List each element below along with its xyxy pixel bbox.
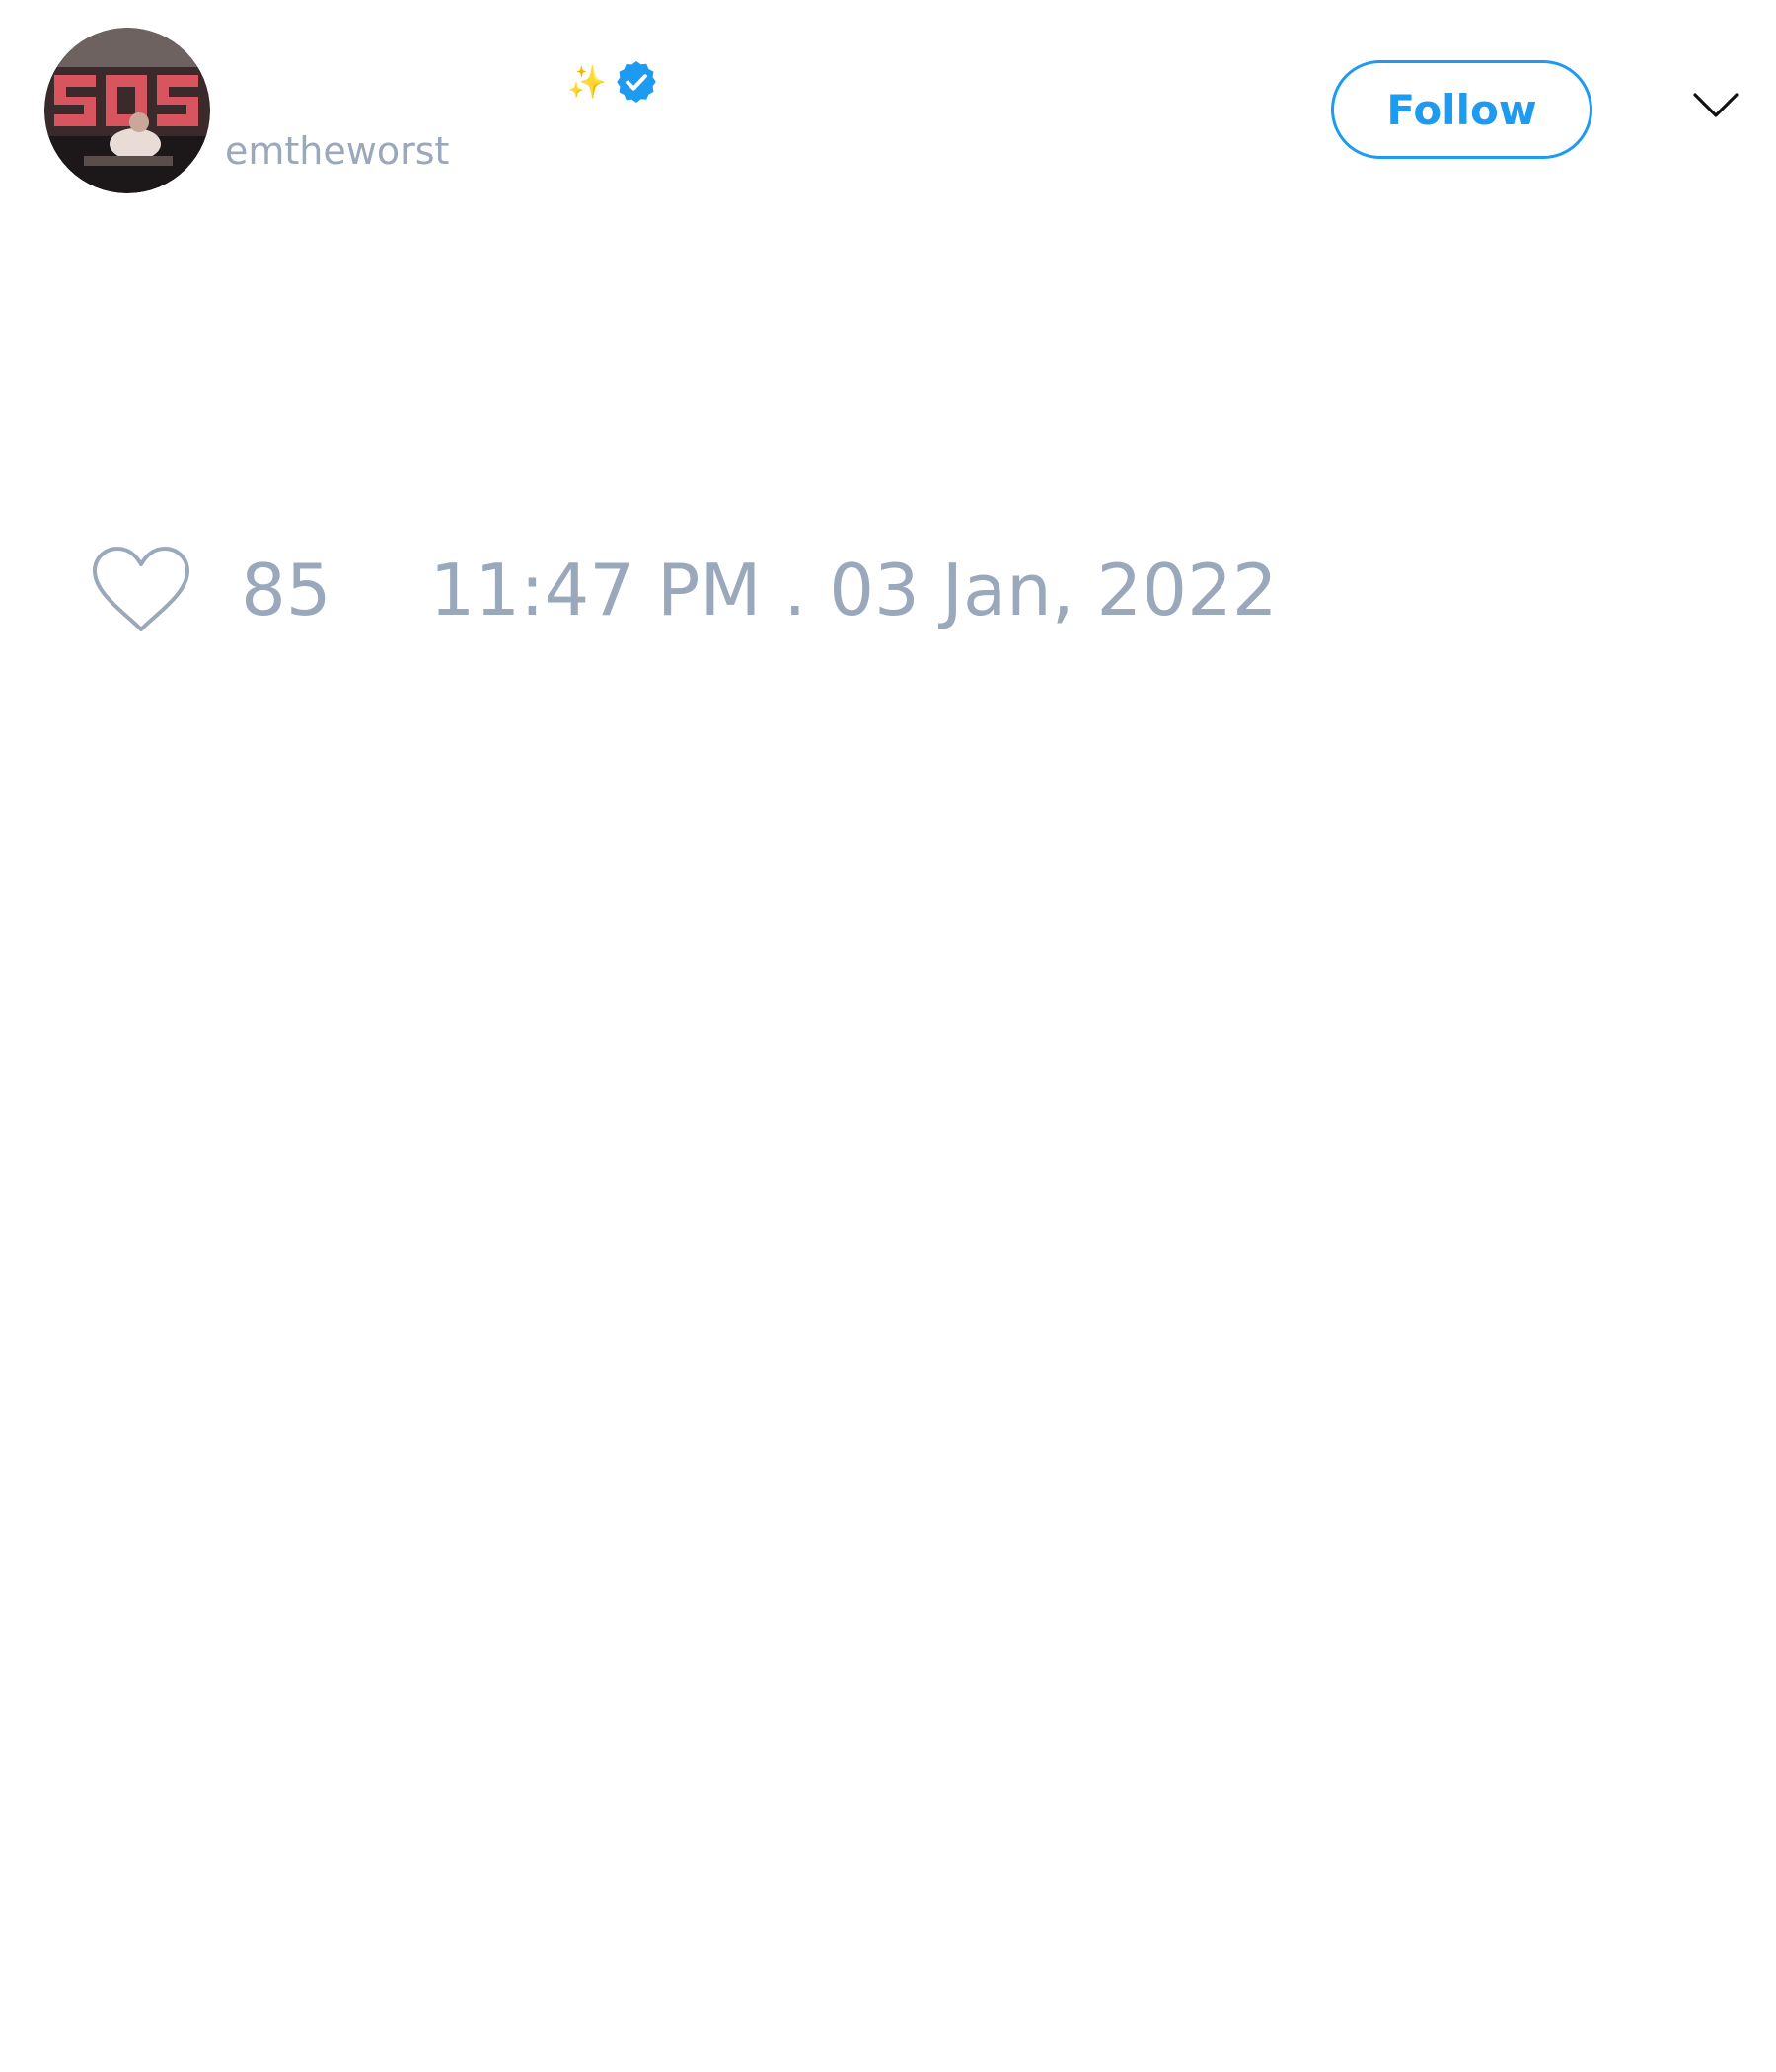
heart-icon[interactable]: [89, 545, 193, 635]
sparkle-emoji: ✨: [567, 63, 607, 101]
tweet-footer: 85 11:47 PM . 03 Jan, 2022: [89, 541, 1278, 639]
avatar[interactable]: [44, 28, 210, 193]
tweet-card: ✨ emtheworst Follow 85 11:47 PM . 03 Jan…: [0, 0, 1776, 2072]
follow-button[interactable]: Follow: [1331, 60, 1592, 159]
chevron-down-icon[interactable]: [1692, 91, 1739, 120]
avatar-image: [44, 28, 210, 193]
display-name-row: ✨: [567, 57, 660, 107]
author-handle[interactable]: emtheworst: [225, 126, 449, 176]
like-count: 85: [241, 549, 332, 631]
tweet-timestamp[interactable]: 11:47 PM . 03 Jan, 2022: [430, 541, 1278, 639]
verified-badge-icon: [617, 61, 656, 103]
